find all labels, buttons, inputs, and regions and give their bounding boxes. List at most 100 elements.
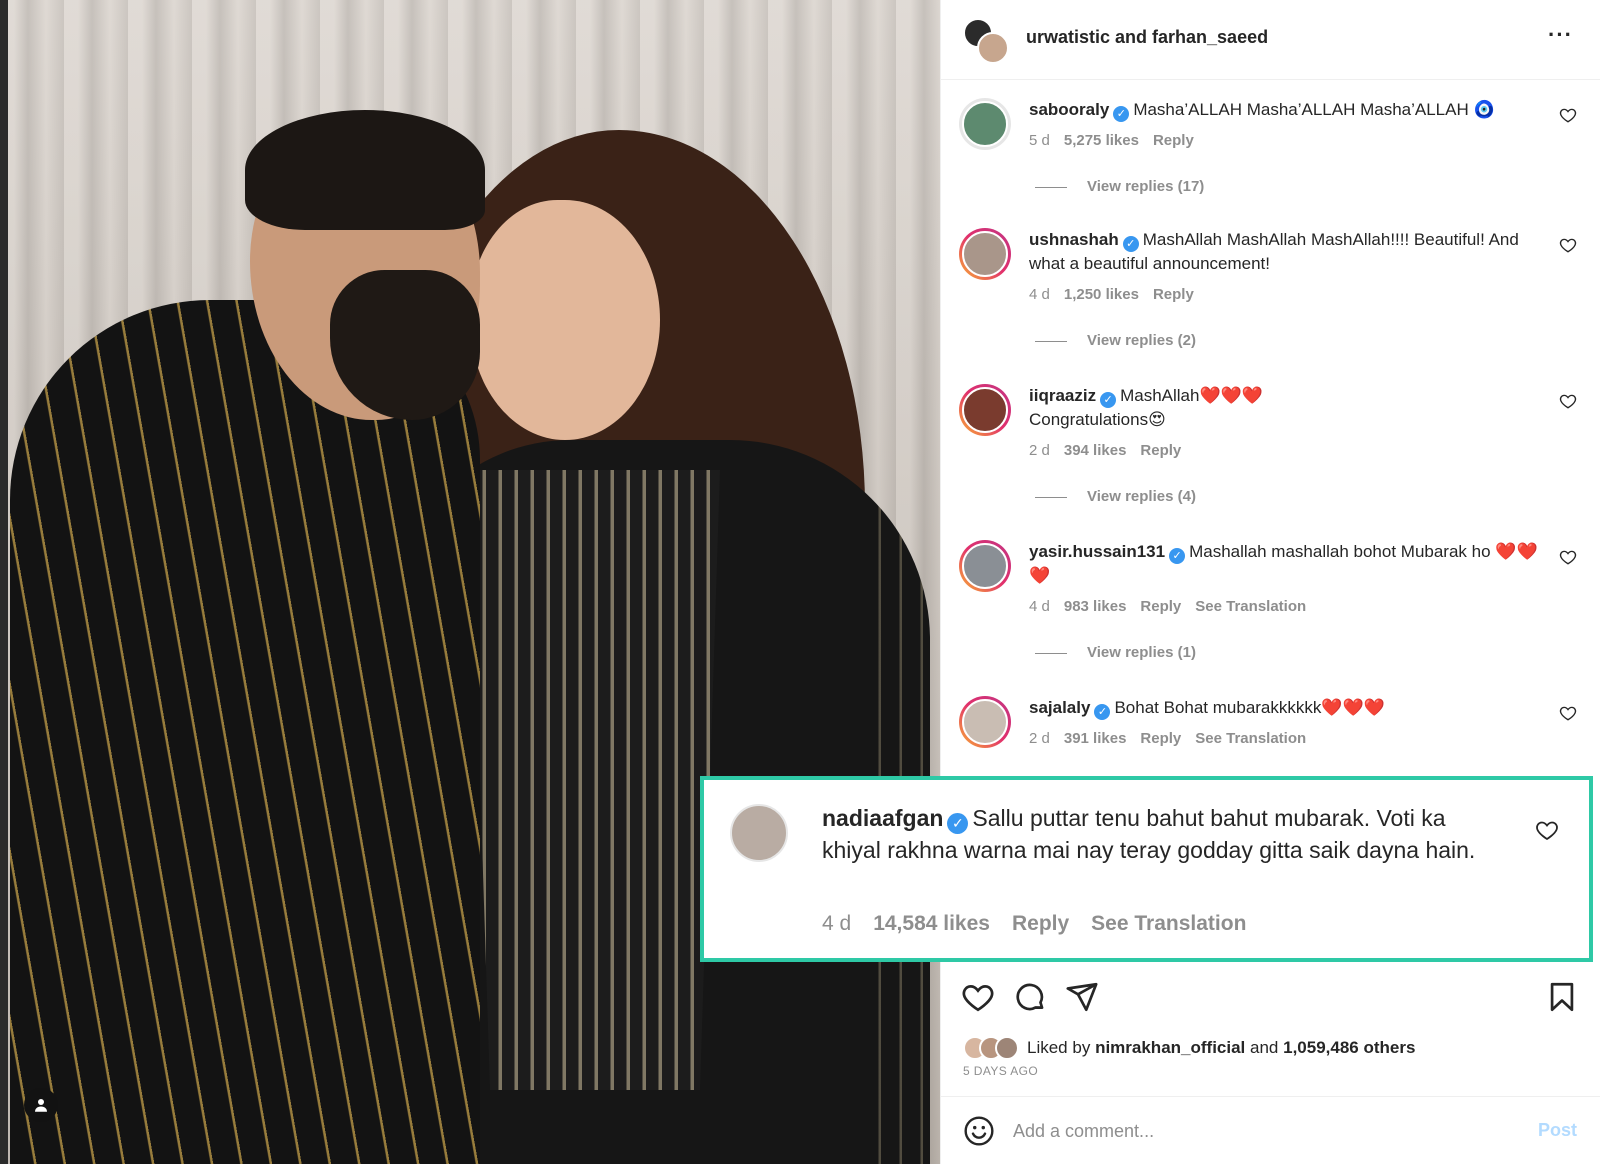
tagged-users-icon[interactable] xyxy=(24,1088,58,1122)
comment-meta: 5 d 5,275 likes Reply xyxy=(1029,132,1208,149)
view-replies-button[interactable]: View replies (4) xyxy=(1035,488,1196,505)
comment-likes[interactable]: 1,250 likes xyxy=(1064,286,1139,303)
comment-time[interactable]: 2 d xyxy=(1029,442,1050,459)
verified-badge-icon: ✓ xyxy=(1122,236,1139,252)
comment-username[interactable]: sabooraly xyxy=(1029,100,1109,119)
verified-badge-icon: ✓ xyxy=(1113,106,1130,122)
comment-username[interactable]: ushnashah xyxy=(1029,230,1119,249)
comment-meta: 4 d 1,250 likes Reply xyxy=(1029,286,1208,303)
heart-icon[interactable] xyxy=(1559,704,1577,722)
avatar[interactable] xyxy=(959,98,1011,150)
avatar[interactable] xyxy=(730,804,788,862)
heart-icon[interactable] xyxy=(1559,392,1577,410)
likes-others-count[interactable]: 1,059,486 others xyxy=(1283,1038,1415,1057)
like-heart-icon[interactable] xyxy=(961,980,995,1014)
post-button[interactable]: Post xyxy=(1538,1120,1577,1141)
verified-badge-icon: ✓ xyxy=(1169,548,1186,564)
view-replies-label: View replies (2) xyxy=(1087,332,1196,349)
photo-edge xyxy=(0,0,8,1164)
post-header: urwatistic and farhan_saeed ··· xyxy=(941,0,1600,80)
post-photo[interactable] xyxy=(0,0,940,1164)
avatar[interactable] xyxy=(959,696,1011,748)
comment-likes[interactable]: 983 likes xyxy=(1064,598,1127,615)
post-authors[interactable]: urwatistic and farhan_saeed xyxy=(1026,27,1268,48)
comment-meta: 2 d 394 likes Reply xyxy=(1029,442,1195,459)
reply-button[interactable]: Reply xyxy=(1140,598,1181,615)
view-replies-button[interactable]: View replies (17) xyxy=(1035,178,1204,195)
verified-badge-icon: ✓ xyxy=(1100,392,1117,408)
comment-time[interactable]: 4 d xyxy=(822,912,851,935)
comment-likes[interactable]: 391 likes xyxy=(1064,730,1127,747)
comments-panel: urwatistic and farhan_saeed ··· sabooral… xyxy=(940,0,1600,1164)
emoji-icon[interactable] xyxy=(963,1115,995,1147)
heart-icon[interactable] xyxy=(1559,236,1577,254)
reply-button[interactable]: Reply xyxy=(1012,912,1069,935)
comment-meta: 4 d 14,584 likes Reply See Translation xyxy=(822,912,1268,936)
comment-body: ushnashah ✓ MashAllah MashAllah MashAllah!… xyxy=(1029,228,1549,276)
verified-badge-icon: ✓ xyxy=(1094,704,1111,720)
highlighted-comment: nadiaafgan ✓ Sallu puttar tenu bahut bahut… xyxy=(700,776,1593,962)
verified-badge-icon: ✓ xyxy=(947,813,969,834)
avatar xyxy=(995,1036,1019,1060)
comment-time[interactable]: 5 d xyxy=(1029,132,1050,149)
comment-body: yasir.hussain131 ✓ Mashallah mashallah boh… xyxy=(1029,540,1549,588)
likes-joiner: and xyxy=(1250,1038,1279,1057)
bookmark-icon[interactable] xyxy=(1545,980,1579,1014)
comment-time[interactable]: 4 d xyxy=(1029,598,1050,615)
comment-body: iiqraaziz ✓ MashAllah❤️❤️❤️ Congratulation… xyxy=(1029,384,1549,432)
avatar[interactable] xyxy=(959,384,1011,436)
see-translation-button[interactable]: See Translation xyxy=(1195,730,1306,747)
likes-summary: Liked by nimrakhan_official and 1,059,48… xyxy=(963,1034,1415,1062)
avatar[interactable] xyxy=(959,228,1011,280)
man-hair xyxy=(245,110,485,230)
comment-bubble-icon[interactable] xyxy=(1013,980,1047,1014)
heart-icon[interactable] xyxy=(1559,106,1577,124)
reply-button[interactable]: Reply xyxy=(1140,730,1181,747)
comment-likes[interactable]: 394 likes xyxy=(1064,442,1127,459)
comment-username[interactable]: iiqraaziz xyxy=(1029,386,1096,405)
see-translation-button[interactable]: See Translation xyxy=(1195,598,1306,615)
heart-icon[interactable] xyxy=(1559,548,1577,566)
avatar[interactable] xyxy=(959,540,1011,592)
reply-button[interactable]: Reply xyxy=(1140,442,1181,459)
view-replies-button[interactable]: View replies (2) xyxy=(1035,332,1196,349)
more-horizontal-icon[interactable]: ··· xyxy=(1548,22,1573,48)
reply-button[interactable]: Reply xyxy=(1153,132,1194,149)
comment-likes[interactable]: 5,275 likes xyxy=(1064,132,1139,149)
comment-text: MashAllah❤️❤️❤️ xyxy=(1120,386,1263,405)
view-replies-label: View replies (17) xyxy=(1087,178,1205,195)
man-figure xyxy=(10,300,480,1164)
comment-text: Masha’ALLAH Masha’ALLAH Masha’ALLAH 🧿 xyxy=(1133,100,1495,119)
comment-text-line2: Congratulations😍 xyxy=(1029,410,1166,429)
comment-likes[interactable]: 14,584 likes xyxy=(873,912,990,935)
embroidered-panel xyxy=(470,470,720,1090)
post-timestamp[interactable]: 5 DAYS AGO xyxy=(963,1064,1038,1078)
comment-username[interactable]: sajalaly xyxy=(1029,698,1090,717)
comment-composer: Post xyxy=(941,1096,1600,1164)
likes-prefix: Liked by xyxy=(1027,1038,1091,1057)
see-translation-button[interactable]: See Translation xyxy=(1091,912,1246,935)
comment-username[interactable]: nadiaafgan xyxy=(822,805,943,831)
divider-line xyxy=(1035,496,1067,498)
comment-meta: 2 d 391 likes Reply See Translation xyxy=(1029,730,1320,747)
comment-time[interactable]: 2 d xyxy=(1029,730,1050,747)
author-avatars[interactable] xyxy=(963,18,1009,64)
comment-meta: 4 d 983 likes Reply See Translation xyxy=(1029,598,1320,615)
comment-text: Bohat Bohat mubarakkkkkk❤️❤️❤️ xyxy=(1114,698,1385,717)
comment-body: nadiaafgan ✓ Sallu puttar tenu bahut bahut… xyxy=(822,802,1502,866)
liked-by-username[interactable]: nimrakhan_official xyxy=(1095,1038,1245,1057)
reply-button[interactable]: Reply xyxy=(1153,286,1194,303)
likes-text[interactable]: Liked by nimrakhan_official and 1,059,48… xyxy=(1027,1038,1415,1058)
heart-icon[interactable] xyxy=(1535,818,1559,842)
woman-face xyxy=(470,200,660,440)
divider-line xyxy=(1035,652,1067,654)
comment-time[interactable]: 4 d xyxy=(1029,286,1050,303)
comment-username[interactable]: yasir.hussain131 xyxy=(1029,542,1165,561)
view-replies-button[interactable]: View replies (1) xyxy=(1035,644,1196,661)
divider-line xyxy=(1035,186,1067,188)
comment-body: sabooraly ✓ Masha’ALLAH Masha’ALLAH Masha’… xyxy=(1029,98,1549,122)
share-send-icon[interactable] xyxy=(1065,980,1099,1014)
comment-input[interactable] xyxy=(1013,1111,1493,1151)
divider-line xyxy=(1035,340,1067,342)
post-actions xyxy=(941,970,1600,1030)
